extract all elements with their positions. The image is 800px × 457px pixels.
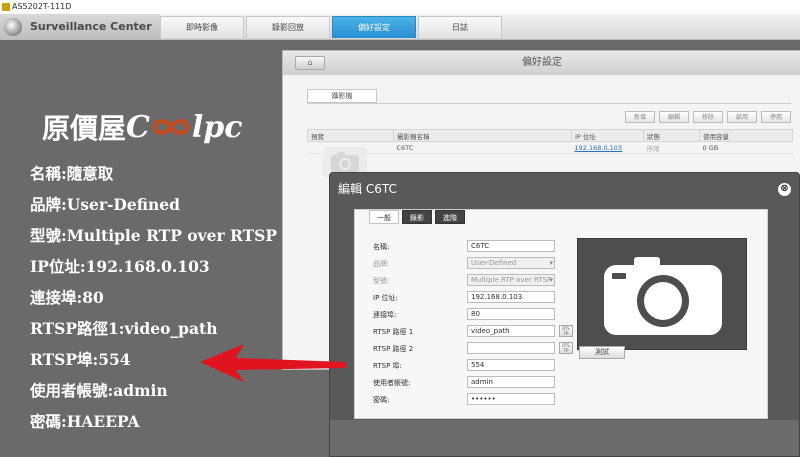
camera-icon: [604, 257, 722, 335]
window-titlebar: AS5202T-111D: [0, 0, 800, 14]
dialog-footer: [330, 420, 799, 456]
name-label: 名稱:: [373, 243, 390, 251]
edit-camera-button[interactable]: 編輯: [659, 111, 689, 123]
dialog-title: 編輯 C6TC: [338, 182, 397, 196]
note-rtsp-path: RTSP路徑1:video_path: [30, 319, 218, 338]
camera-ip-link[interactable]: 192.168.0.103: [571, 141, 644, 154]
note-brand: 品牌:User-Defined: [30, 195, 180, 214]
rtsp-path-2-field[interactable]: [467, 342, 555, 354]
table-row[interactable]: C6TC 192.168.0.103 停用 0 GB: [307, 141, 793, 154]
infinity-logo-icon: [152, 119, 189, 135]
note-password: 密碼:HAEEPA: [30, 412, 140, 431]
home-button[interactable]: ⌂: [295, 56, 325, 70]
brand-chinese-text: 原價屋: [42, 112, 127, 145]
form-row-rtsp-port: RTSP 埠: 554: [373, 359, 573, 373]
brand-label: 品牌:: [373, 260, 390, 268]
brand-english-prefix: C: [126, 109, 150, 145]
username-field[interactable]: admin: [467, 376, 555, 388]
model-select[interactable]: Multiple RTP over RTSP: [467, 274, 555, 286]
dialog-tabs: 一般 錄影 進階: [369, 210, 465, 224]
rtsp-path-2-label: RTSP 路徑 2: [373, 345, 414, 353]
note-name: 名稱:隨意取: [30, 164, 114, 183]
preferences-title-text: 偏好設定: [522, 57, 562, 68]
brand-english-suffix: lpc: [191, 109, 243, 145]
edit-camera-dialog: 編輯 C6TC ⊗ 一般 錄影 進階 名稱: C6TC 品牌: User-Def…: [329, 172, 800, 457]
form-row-port: 連接埠: 80: [373, 308, 573, 322]
arrow-left-icon: [200, 344, 346, 382]
password-field[interactable]: ••••••: [467, 393, 555, 405]
column-header[interactable]: 預覽: [307, 129, 394, 142]
brand-english-text: C lpc: [126, 110, 243, 145]
camera-status-cell: 停用: [643, 141, 700, 154]
camera-preview: [577, 238, 747, 350]
tab-logs[interactable]: 日誌: [418, 16, 502, 38]
rtsp-port-field[interactable]: 554: [467, 359, 555, 371]
camera-actions: 新增 編輯 移除 啟用 停用: [625, 111, 791, 123]
brand-area: Surveillance Center: [0, 14, 160, 40]
port-field[interactable]: 80: [467, 308, 555, 320]
tab-advanced[interactable]: 進階: [435, 210, 465, 224]
form-row-ip: IP 位址: 192.168.0.103: [373, 291, 573, 305]
main-tabs: 即時影像 錄影回放 偏好設定 日誌: [160, 14, 504, 40]
form-row-name: 名稱: C6TC: [373, 240, 573, 254]
tab-cameras[interactable]: 攝影機: [307, 89, 377, 103]
rtsp-path-1-label: RTSP 路徑 1: [373, 328, 414, 336]
dialog-panel: 一般 錄影 進階 名稱: C6TC 品牌: User-Defined 型號: M…: [354, 209, 768, 419]
preferences-title: ⌂ 偏好設定: [283, 51, 800, 75]
brand-name: Surveillance Center: [30, 20, 152, 33]
rtsp-path-1-button[interactable]: RTS TP: [559, 325, 573, 337]
column-header[interactable]: 狀態: [643, 129, 700, 142]
form-row-model: 型號: Multiple RTP over RTSP: [373, 274, 573, 288]
app-header: Surveillance Center 即時影像 錄影回放 偏好設定 日誌: [0, 14, 800, 40]
form-row-rtsp-path-1: RTSP 路徑 1 video_path RTS TP: [373, 325, 573, 339]
camera-name-cell: C6TC: [393, 141, 572, 154]
test-button[interactable]: 測試: [579, 346, 625, 359]
camera-usage-cell: 0 GB: [699, 141, 793, 154]
form-row-password: 密碼: ••••••: [373, 393, 573, 407]
add-camera-button[interactable]: 新增: [625, 111, 655, 123]
model-label: 型號:: [373, 277, 390, 285]
port-label: 連接埠:: [373, 311, 397, 319]
coolpc-brand: 原價屋 C lpc: [42, 108, 243, 146]
ip-field[interactable]: 192.168.0.103: [467, 291, 555, 303]
note-ip: IP位址:192.168.0.103: [30, 257, 210, 276]
column-header[interactable]: 使用容量: [699, 129, 793, 142]
tab-general[interactable]: 一般: [369, 210, 399, 224]
ip-label: IP 位址:: [373, 294, 398, 302]
tab-preferences[interactable]: 偏好設定: [332, 16, 416, 38]
remove-camera-button[interactable]: 移除: [693, 111, 723, 123]
note-port: 連接埠:80: [30, 288, 104, 307]
name-field[interactable]: C6TC: [467, 240, 555, 252]
window-title: AS5202T-111D: [12, 2, 72, 11]
tab-live-view[interactable]: 即時影像: [160, 16, 244, 38]
subtab-divider: [307, 103, 791, 104]
form-row-username: 使用者帳號: admin: [373, 376, 573, 390]
disable-camera-button[interactable]: 停用: [761, 111, 791, 123]
column-header[interactable]: 攝影機名稱: [393, 129, 572, 142]
rtsp-path-2-button[interactable]: RTS TP: [559, 342, 573, 354]
rtsp-path-1-field[interactable]: video_path: [467, 325, 555, 337]
column-header[interactable]: IP 位址: [571, 129, 644, 142]
rtsp-port-label: RTSP 埠:: [373, 362, 402, 370]
surveillance-logo-icon: [4, 18, 22, 36]
tab-playback[interactable]: 錄影回放: [246, 16, 330, 38]
enable-camera-button[interactable]: 啟用: [727, 111, 757, 123]
username-label: 使用者帳號:: [373, 379, 411, 387]
close-icon[interactable]: ⊗: [778, 183, 791, 196]
password-label: 密碼:: [373, 396, 390, 404]
camera-table: 預覽 攝影機名稱 IP 位址 狀態 使用容量 C6TC 192.168.0.10…: [307, 129, 793, 154]
app-window-icon: [2, 3, 10, 11]
brand-select[interactable]: User-Defined: [467, 257, 555, 269]
note-model: 型號:Multiple RTP over RTSP: [30, 226, 278, 245]
tab-recording[interactable]: 錄影: [402, 210, 432, 224]
form-row-rtsp-path-2: RTSP 路徑 2 RTS TP: [373, 342, 573, 356]
form-row-brand: 品牌: User-Defined: [373, 257, 573, 271]
